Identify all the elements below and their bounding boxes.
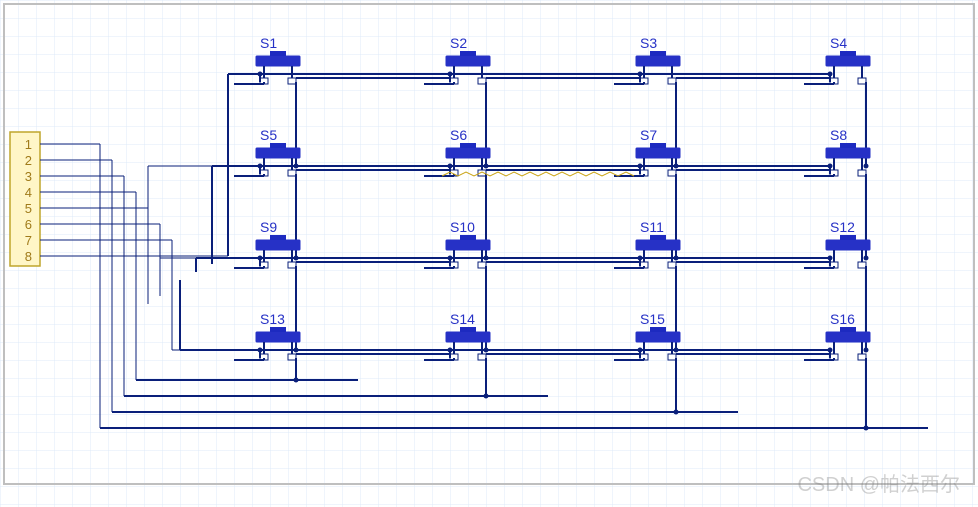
switch-label: S14: [450, 311, 475, 327]
switch-cap: [270, 51, 286, 56]
switch-pad-right: [288, 262, 296, 268]
switch-label: S9: [260, 219, 277, 235]
switch-cap: [840, 143, 856, 148]
row-buses: [100, 144, 172, 428]
switch-label: S15: [640, 311, 665, 327]
switch-label: S13: [260, 311, 285, 327]
pin-7-label: 7: [25, 233, 32, 248]
switch-pad-right: [288, 354, 296, 360]
schematic-svg: 1 2 3 4 5 6 7 8: [0, 0, 978, 507]
switch-label: S3: [640, 35, 657, 51]
switch-label: S8: [830, 127, 847, 143]
switch-body: [256, 240, 300, 250]
switch-pad-right: [668, 262, 676, 268]
node: [864, 164, 869, 169]
switch-body: [636, 56, 680, 66]
switch-cap: [460, 51, 476, 56]
schematic-canvas: 1 2 3 4 5 6 7 8: [0, 0, 978, 507]
switch-label: S2: [450, 35, 467, 51]
switch-label: S1: [260, 35, 277, 51]
switch-label: S16: [830, 311, 855, 327]
switch-cap: [460, 235, 476, 240]
switch-cap: [650, 327, 666, 332]
switch-label: S10: [450, 219, 475, 235]
switch-label: S12: [830, 219, 855, 235]
node: [864, 256, 869, 261]
switch-label: S11: [640, 219, 664, 235]
switch-cap: [840, 327, 856, 332]
switch-body: [826, 56, 870, 66]
node: [828, 348, 833, 353]
switch-cap: [650, 235, 666, 240]
switch-pad-right: [478, 354, 486, 360]
switch-label: S6: [450, 127, 467, 143]
switch-cap: [270, 143, 286, 148]
pin-3-label: 3: [25, 169, 32, 184]
switch-body: [636, 148, 680, 158]
switch-cap: [270, 235, 286, 240]
pin-5-label: 5: [25, 201, 32, 216]
pin-2-label: 2: [25, 153, 32, 168]
switch-label: S7: [640, 127, 657, 143]
connector-pins: 1 2 3 4 5 6 7 8: [25, 137, 32, 264]
row-left-buses: [148, 74, 228, 350]
switch-body: [826, 332, 870, 342]
switch-cap: [460, 143, 476, 148]
switch-label: S4: [830, 35, 847, 51]
switch-pad-right: [668, 170, 676, 176]
switch-pad-right: [858, 78, 866, 84]
switch-pad-right: [288, 170, 296, 176]
switch-cap: [840, 235, 856, 240]
switch-cap: [460, 327, 476, 332]
pin-1-label: 1: [25, 137, 32, 152]
switch-body: [256, 148, 300, 158]
switch-pad-right: [858, 354, 866, 360]
switch-grid: S1 S2 S3 S4 S5 S6 S7 S8 S9 S10 S11 S12 S13 S14 S15 S16: [100, 35, 870, 431]
node: [828, 72, 833, 77]
switch-body: [256, 56, 300, 66]
node: [828, 164, 833, 169]
switch-cap: [650, 51, 666, 56]
switch-body: [446, 148, 490, 158]
switch-pad-right: [288, 78, 296, 84]
node: [828, 256, 833, 261]
switch-body: [826, 240, 870, 250]
switch-pad-right: [478, 262, 486, 268]
switch-pad-right: [858, 170, 866, 176]
pin-6-label: 6: [25, 217, 32, 232]
pin-4-label: 4: [25, 185, 32, 200]
switch-body: [446, 332, 490, 342]
zigzag-decoration: [442, 172, 634, 176]
switch-cap: [840, 51, 856, 56]
pin-8-label: 8: [25, 249, 32, 264]
node: [864, 348, 869, 353]
switch-pad-right: [668, 78, 676, 84]
switch-pad-right: [478, 78, 486, 84]
col-buses: [100, 380, 928, 428]
switch-body: [446, 240, 490, 250]
switch-body: [636, 240, 680, 250]
switch-body: [446, 56, 490, 66]
switch-pad-right: [668, 354, 676, 360]
switch-body: [826, 148, 870, 158]
switch-body: [256, 332, 300, 342]
pin-stubs: [40, 144, 228, 256]
switch-cap: [650, 143, 666, 148]
switch-pad-right: [858, 262, 866, 268]
switch-body: [636, 332, 680, 342]
switch-cap: [270, 327, 286, 332]
switch-label: S5: [260, 127, 277, 143]
